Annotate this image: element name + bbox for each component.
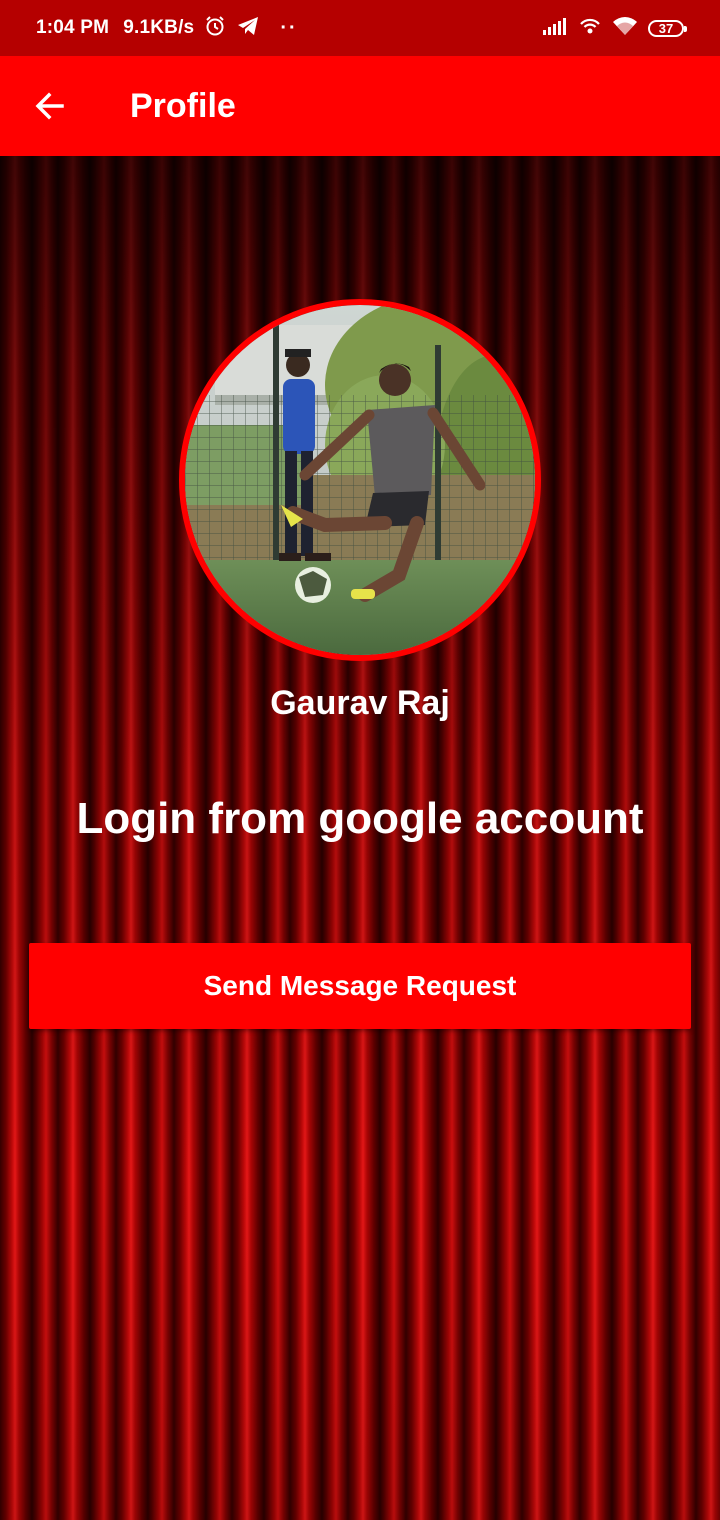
profile-avatar[interactable]: [179, 299, 541, 661]
send-message-request-button[interactable]: Send Message Request: [29, 943, 691, 1029]
battery-icon: 37: [648, 19, 687, 37]
profile-name: Gaurav Raj: [270, 684, 450, 722]
arrow-left-icon: [35, 92, 64, 120]
status-time: 1:04 PM: [36, 17, 110, 38]
hotspot-icon: [578, 15, 602, 42]
more-notifications-dots: ··: [280, 16, 298, 39]
status-bar: 1:04 PM 9.1KB/s ·· 37: [0, 0, 720, 56]
status-left: 1:04 PM 9.1KB/s ··: [36, 15, 298, 42]
app-bar: Profile: [0, 56, 720, 156]
signal-icon: [542, 16, 568, 41]
login-source-text: Login from google account: [76, 794, 644, 843]
back-button[interactable]: [0, 56, 100, 156]
alarm-icon: [204, 15, 226, 42]
avatar-photo: [185, 305, 535, 655]
network-speed: 9.1KB/s: [123, 17, 195, 38]
wifi-icon: [612, 15, 638, 42]
page-title: Profile: [130, 86, 236, 125]
status-right: 37: [542, 15, 687, 42]
telegram-icon: [236, 15, 260, 42]
